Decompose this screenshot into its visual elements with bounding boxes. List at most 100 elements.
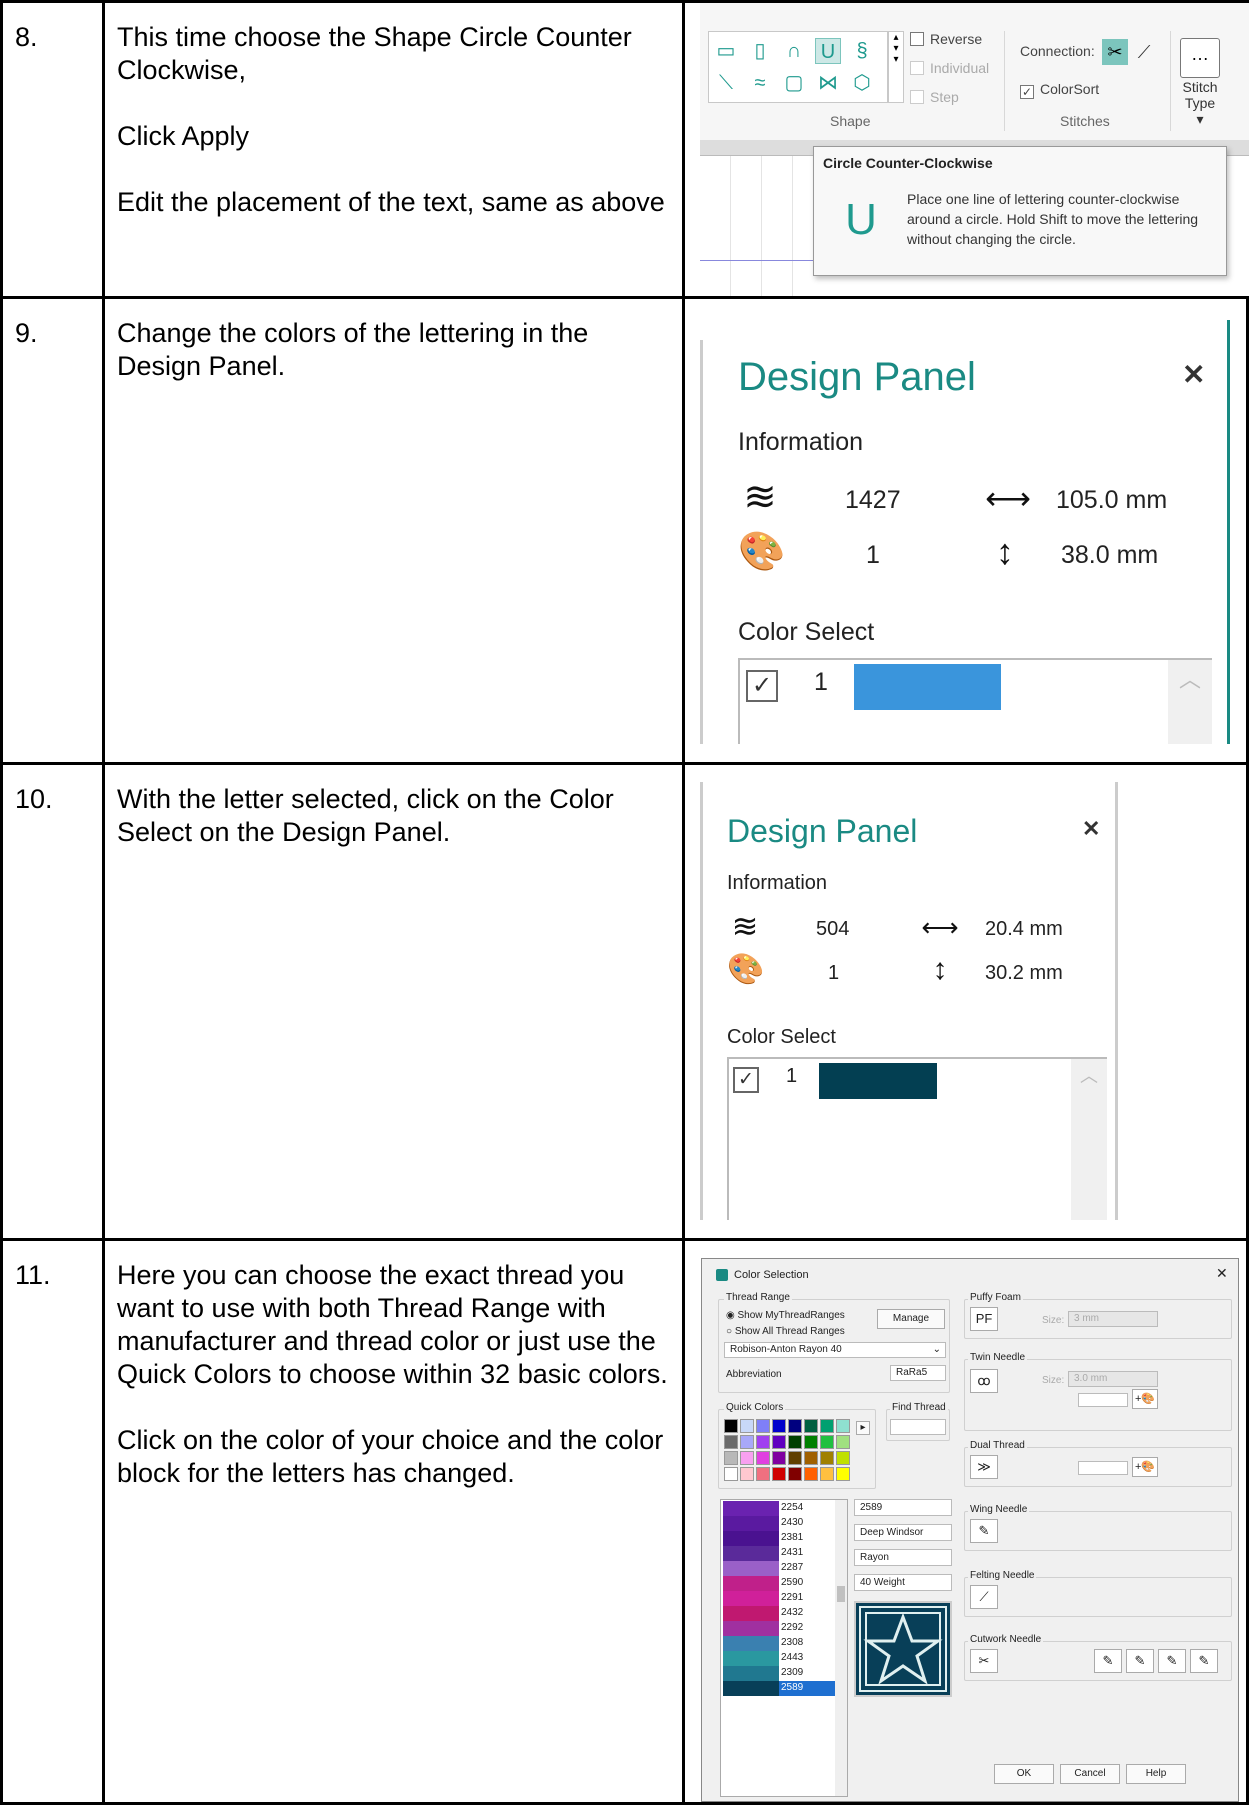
color-checkbox[interactable]: ✓ <box>746 670 778 702</box>
quick-color-swatch[interactable] <box>788 1451 802 1465</box>
cancel-button[interactable]: Cancel <box>1060 1764 1120 1784</box>
abbreviation-field[interactable]: RaRa5 <box>890 1365 946 1381</box>
cutwork-angle-2-icon[interactable]: ✎ <box>1126 1649 1154 1673</box>
thread-row[interactable]: 2431 <box>723 1546 835 1561</box>
thread-row[interactable]: 2309 <box>723 1666 835 1681</box>
cutwork-angle-4-icon[interactable]: ✎ <box>1190 1649 1218 1673</box>
quick-color-swatch[interactable] <box>788 1467 802 1481</box>
help-button[interactable]: Help <box>1126 1764 1186 1784</box>
thread-row[interactable]: 2287 <box>723 1561 835 1576</box>
find-thread-input[interactable] <box>890 1419 946 1435</box>
shape-vertical-icon[interactable]: ▯ <box>747 38 773 64</box>
quick-color-swatch[interactable] <box>756 1451 770 1465</box>
quick-color-swatch[interactable] <box>804 1419 818 1433</box>
dual-color-picker-icon[interactable]: +🎨 <box>1132 1457 1158 1477</box>
twin-needle-icon[interactable]: ꝏ <box>970 1369 998 1393</box>
connection-jump-icon[interactable]: ⟋ <box>1132 39 1156 65</box>
dual-color-field[interactable] <box>1078 1461 1128 1475</box>
quick-color-swatch[interactable] <box>724 1435 738 1449</box>
color-checkbox[interactable]: ✓ <box>733 1067 759 1093</box>
show-my-radio[interactable]: ◉ Show MyThreadRanges <box>726 1310 845 1321</box>
quick-color-swatch[interactable] <box>756 1435 770 1449</box>
quick-color-swatch[interactable] <box>804 1435 818 1449</box>
quick-color-swatch[interactable] <box>820 1451 834 1465</box>
colorsort-checkbox[interactable]: ✓ ColorSort <box>1020 81 1099 99</box>
shape-diagonal-icon[interactable]: ⟍ <box>713 70 739 96</box>
list-scrollbar[interactable]: ︿ <box>1168 660 1212 744</box>
twin-color-field[interactable] <box>1078 1393 1128 1407</box>
twin-size-select[interactable]: 3.0 mm <box>1068 1371 1158 1387</box>
quick-color-swatch[interactable] <box>804 1467 818 1481</box>
thread-row[interactable]: 2308 <box>723 1636 835 1651</box>
manage-button[interactable]: Manage <box>877 1309 945 1329</box>
thread-row[interactable]: 2589 <box>723 1681 835 1696</box>
puffy-foam-icon[interactable]: PF <box>970 1307 998 1331</box>
show-all-radio[interactable]: ○ Show All Thread Ranges <box>726 1326 845 1337</box>
connection-scissors-icon[interactable]: ✂ <box>1102 39 1128 65</box>
color-swatch[interactable] <box>854 664 1001 710</box>
cutwork-needle-icon[interactable]: ✂ <box>970 1649 998 1673</box>
shape-rounded-icon[interactable]: ▢ <box>781 70 807 96</box>
quick-color-swatch[interactable] <box>740 1419 754 1433</box>
twin-color-picker-icon[interactable]: +🎨 <box>1132 1389 1158 1409</box>
quick-color-swatch[interactable] <box>772 1451 786 1465</box>
individual-checkbox[interactable]: Individual <box>910 60 989 76</box>
thread-row[interactable]: 2254 <box>723 1501 835 1516</box>
scroll-thumb[interactable] <box>837 1586 845 1602</box>
close-icon[interactable]: ✕ <box>1216 1265 1228 1282</box>
quick-color-swatch[interactable] <box>788 1419 802 1433</box>
shape-hexagon-icon[interactable]: ⬡ <box>849 70 875 96</box>
quick-color-swatch[interactable] <box>772 1435 786 1449</box>
ok-button[interactable]: OK <box>994 1764 1054 1784</box>
thread-row[interactable]: 2430 <box>723 1516 835 1531</box>
quick-color-swatch[interactable] <box>788 1435 802 1449</box>
list-scrollbar[interactable]: ︿ <box>1071 1059 1107 1220</box>
color-swatch[interactable] <box>819 1063 937 1099</box>
shape-horizontal-icon[interactable]: ▭ <box>713 38 739 64</box>
quick-color-swatch[interactable] <box>820 1467 834 1481</box>
thread-row[interactable]: 2590 <box>723 1576 835 1591</box>
step-checkbox[interactable]: Step <box>910 89 959 105</box>
puffy-size-select[interactable]: 3 mm <box>1068 1311 1158 1327</box>
thread-range-select[interactable]: Robison-Anton Rayon 40 ⌄ <box>724 1342 946 1358</box>
shape-bowtie-icon[interactable]: ⋈ <box>815 70 841 96</box>
shape-arch-icon[interactable]: ∩ <box>781 38 807 64</box>
dual-thread-icon[interactable]: ≫ <box>970 1455 998 1479</box>
quick-color-swatch[interactable] <box>756 1467 770 1481</box>
thread-row[interactable]: 2443 <box>723 1651 835 1666</box>
quick-color-swatch[interactable] <box>740 1435 754 1449</box>
quick-color-swatch[interactable] <box>772 1467 786 1481</box>
quick-color-swatch[interactable] <box>740 1451 754 1465</box>
quick-color-swatch[interactable] <box>724 1451 738 1465</box>
thread-list-scrollbar[interactable] <box>835 1500 847 1796</box>
quick-color-swatch[interactable] <box>836 1451 850 1465</box>
quick-color-swatch[interactable] <box>724 1419 738 1433</box>
quick-color-swatch[interactable] <box>724 1467 738 1481</box>
quick-color-swatch[interactable] <box>836 1467 850 1481</box>
quick-color-swatch[interactable] <box>772 1419 786 1433</box>
quick-color-swatch[interactable] <box>836 1419 850 1433</box>
felting-needle-icon[interactable]: ⟋ <box>970 1585 998 1609</box>
thread-row[interactable]: 2291 <box>723 1591 835 1606</box>
quick-color-swatch[interactable] <box>740 1467 754 1481</box>
shape-circle-ccw-icon[interactable]: U <box>815 38 841 64</box>
stitch-type-icon[interactable]: … <box>1180 38 1220 78</box>
close-icon[interactable]: ✕ <box>1182 358 1205 391</box>
shape-gallery-scroll[interactable]: ▴ ▾ ▾ <box>888 31 904 103</box>
shape-circle-cw-icon[interactable]: § <box>849 38 875 64</box>
thread-row[interactable]: 2292 <box>723 1621 835 1636</box>
quick-color-swatch[interactable] <box>804 1451 818 1465</box>
quick-color-swatch[interactable] <box>820 1435 834 1449</box>
thread-row[interactable]: 2432 <box>723 1606 835 1621</box>
cutwork-angle-3-icon[interactable]: ✎ <box>1158 1649 1186 1673</box>
close-icon[interactable]: ✕ <box>1082 816 1100 842</box>
thread-row[interactable]: 2381 <box>723 1531 835 1546</box>
quick-color-swatch[interactable] <box>820 1419 834 1433</box>
reverse-checkbox[interactable]: Reverse <box>910 31 982 47</box>
cutwork-angle-1-icon[interactable]: ✎ <box>1094 1649 1122 1673</box>
quick-color-swatch[interactable] <box>836 1435 850 1449</box>
wing-needle-icon[interactable]: ✎ <box>970 1519 998 1543</box>
shape-wave-icon[interactable]: ≈ <box>747 70 773 96</box>
quick-color-swatch[interactable] <box>756 1419 770 1433</box>
stitch-type-button[interactable]: Stitch Type ▾ <box>1180 79 1220 127</box>
